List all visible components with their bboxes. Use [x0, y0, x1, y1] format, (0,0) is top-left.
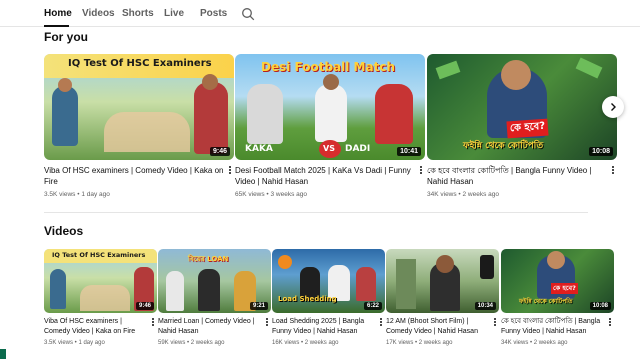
- video-card[interactable]: Load Shedding 6:22 Load Shedding 2025 | …: [272, 249, 385, 346]
- video-duration: 6:22: [363, 302, 382, 310]
- video-title[interactable]: Viba Of HSC examiners | Comedy Video | K…: [44, 165, 234, 187]
- thumbnail-subtext: ফইন্নি থেকে কোটিপতি: [519, 298, 573, 305]
- section-divider: [44, 212, 588, 213]
- thumbnail-text: কে হবে?: [551, 283, 578, 294]
- video-meta: 34K views • 2 weeks ago: [501, 340, 568, 346]
- video-title[interactable]: Viba Of HSC examiners | Comedy Video | K…: [44, 317, 157, 337]
- video-meta: 3.5K views • 1 day ago: [44, 191, 110, 198]
- thumbnail-subtext: ফইন্নি থেকে কোটিপতি: [463, 141, 544, 151]
- more-vert-icon[interactable]: [491, 317, 499, 329]
- chevron-right-icon: [611, 103, 616, 111]
- carousel-next-button[interactable]: [602, 96, 624, 118]
- more-vert-icon[interactable]: [263, 317, 271, 329]
- video-card[interactable]: 10:34 12 AM (Bhoot Short Film) | Comedy …: [386, 249, 499, 346]
- video-duration: 10:08: [589, 147, 613, 156]
- channel-tabs: Home Videos Shorts Live Posts: [0, 0, 640, 27]
- video-thumbnail[interactable]: 10:34: [386, 249, 499, 313]
- video-thumbnail[interactable]: কে হবে? ফইন্নি থেকে কোটিপতি 10:08: [427, 54, 617, 160]
- video-card[interactable]: IQ Test Of HSC Examiners 9:46 Viba Of HS…: [44, 54, 234, 198]
- video-meta: 65K views • 3 weeks ago: [235, 191, 308, 198]
- thumbnail-text: কে হবে?: [506, 118, 549, 139]
- video-duration: 9:46: [135, 302, 154, 310]
- video-title[interactable]: Load Shedding 2025 | Bangla Funny Video …: [272, 317, 385, 337]
- more-vert-icon[interactable]: [226, 165, 234, 177]
- more-vert-icon[interactable]: [149, 317, 157, 329]
- section-title-videos: Videos: [44, 224, 84, 238]
- video-thumbnail[interactable]: IQ Test Of HSC Examiners 9:46: [44, 54, 234, 160]
- thumbnail-text: Desi Football Match: [261, 60, 395, 74]
- video-card[interactable]: Desi Football Match KAKA VS DADI 10:41 D…: [235, 54, 425, 198]
- video-meta: 59K views • 2 weeks ago: [158, 340, 225, 346]
- tab-videos[interactable]: Videos: [82, 8, 115, 19]
- more-vert-icon[interactable]: [609, 165, 617, 177]
- corner-badge: [0, 349, 6, 359]
- more-vert-icon[interactable]: [377, 317, 385, 329]
- video-title[interactable]: কে হবে বাংলার কোটিপতি | Bangla Funny Vid…: [501, 317, 614, 337]
- video-thumbnail[interactable]: Load Shedding 6:22: [272, 249, 385, 313]
- tab-posts[interactable]: Posts: [200, 8, 227, 19]
- video-title[interactable]: কে হবে বাংলার কোটিপতি | Bangla Funny Vid…: [427, 165, 617, 187]
- video-duration: 9:21: [249, 302, 268, 310]
- more-vert-icon[interactable]: [606, 317, 614, 329]
- video-meta: 34K views • 2 weeks ago: [427, 191, 500, 198]
- video-duration: 10:08: [589, 302, 611, 310]
- video-card[interactable]: কে হবে? ফইন্নি থেকে কোটিপতি 10:08 কে হবে…: [427, 54, 617, 198]
- video-meta: 17K views • 2 weeks ago: [386, 340, 453, 346]
- tab-home[interactable]: Home: [44, 8, 72, 19]
- section-title-for-you: For you: [44, 30, 88, 44]
- video-duration: 10:34: [474, 302, 496, 310]
- active-tab-indicator: [44, 25, 69, 27]
- video-meta: 3.5K views • 1 day ago: [44, 340, 105, 346]
- video-card[interactable]: IQ Test Of HSC Examiners 9:46 Viba Of HS…: [44, 249, 157, 346]
- thumbnail-subtext-left: KAKA: [245, 144, 273, 154]
- thumbnail-text: Load Shedding: [278, 295, 337, 303]
- search-icon[interactable]: [241, 7, 255, 21]
- tab-shorts[interactable]: Shorts: [122, 8, 154, 19]
- video-meta: 16K views • 2 weeks ago: [272, 340, 339, 346]
- thumbnail-text: IQ Test Of HSC Examiners: [68, 58, 212, 69]
- video-thumbnail[interactable]: কে হবে? ফইন্নি থেকে কোটিপতি 10:08: [501, 249, 614, 313]
- video-duration: 9:46: [209, 147, 230, 156]
- more-vert-icon[interactable]: [417, 165, 425, 177]
- video-title[interactable]: Desi Football Match 2025 | KaKa Vs Dadi …: [235, 165, 425, 187]
- thumbnail-subtext-mid: VS: [323, 144, 335, 153]
- thumbnail-text: বিয়ের LOAN: [188, 255, 229, 263]
- thumbnail-subtext-right: DADI: [345, 144, 371, 154]
- thumbnail-text: IQ Test Of HSC Examiners: [52, 251, 146, 259]
- video-thumbnail[interactable]: Desi Football Match KAKA VS DADI 10:41: [235, 54, 425, 160]
- tab-live[interactable]: Live: [164, 8, 184, 19]
- video-card[interactable]: বিয়ের LOAN 9:21 Married Loan | Comedy V…: [158, 249, 271, 346]
- video-card[interactable]: কে হবে? ফইন্নি থেকে কোটিপতি 10:08 কে হবে…: [501, 249, 614, 346]
- video-thumbnail[interactable]: IQ Test Of HSC Examiners 9:46: [44, 249, 157, 313]
- video-title[interactable]: Married Loan | Comedy Video | Nahid Hasa…: [158, 317, 271, 337]
- video-title[interactable]: 12 AM (Bhoot Short Film) | Comedy Video …: [386, 317, 499, 337]
- video-duration: 10:41: [397, 147, 421, 156]
- video-thumbnail[interactable]: বিয়ের LOAN 9:21: [158, 249, 271, 313]
